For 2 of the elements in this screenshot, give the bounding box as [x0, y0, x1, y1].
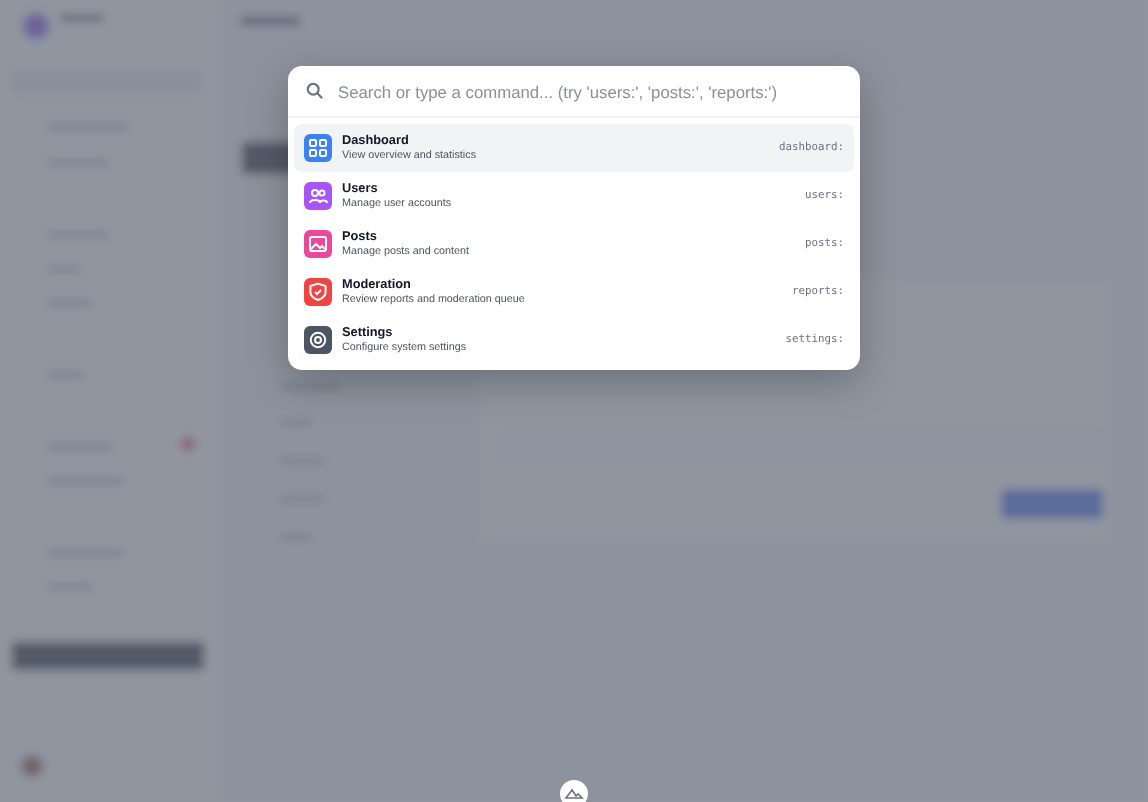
search-field[interactable]: Search or type a command... (try 'users:', 'posts:', 'reports:'): [338, 81, 842, 101]
search-icon: [306, 82, 324, 100]
